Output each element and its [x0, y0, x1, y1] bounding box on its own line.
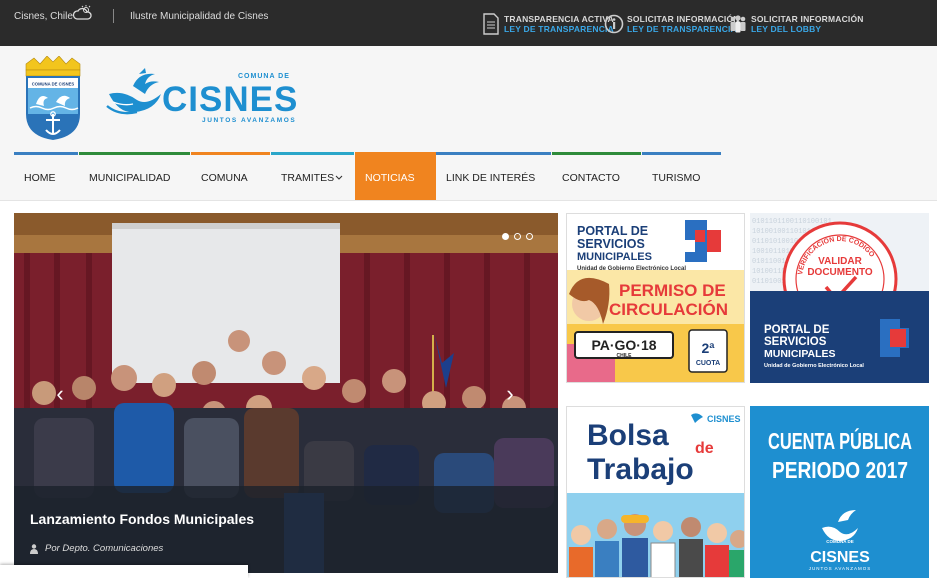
document-icon [483, 13, 499, 35]
people-icon [730, 15, 746, 33]
link-subtitle: LEY DE TRANSPARENCIA [504, 24, 614, 34]
plate-text: PA·GO·18 [591, 337, 656, 353]
validar-documento-banner[interactable]: 0101101100110100101 1010010011010110010 01… [750, 213, 929, 383]
nav-comuna[interactable]: COMUNA [191, 152, 270, 200]
portal-line-2: SERVICIOS [577, 237, 645, 251]
cuenta-brand: CISNES [810, 549, 870, 566]
nav-label: LINK DE INTERÉS [446, 172, 536, 184]
link-title: TRANSPARENCIA ACTIVA [504, 14, 614, 24]
logo-name: CISNES [162, 80, 298, 119]
cuenta-line-1: CUENTA PÚBLICA [768, 427, 912, 454]
portal-line-3: MUNICIPALES [577, 251, 652, 263]
permiso-line-2: CIRCULACIÓN [609, 300, 728, 319]
cisnes-logo[interactable]: COMUNA DE CISNES JUNTOS AVANZAMOS [105, 68, 300, 124]
cuenta-publica-banner[interactable]: CUENTA PÚBLICA PERIODO 2017 COMUNA DE CI… [750, 406, 929, 578]
link-subtitle: LEY DE TRANSPARENCIA [627, 24, 737, 34]
portal-line-1: PORTAL DE [577, 224, 648, 238]
portal-sub: Unidad de Gobierno Electrónico Local [577, 266, 686, 272]
nav-noticias[interactable]: NOTICIAS [355, 152, 436, 200]
nav-label: HOME [24, 172, 56, 184]
nav-turismo[interactable]: TURISMO [642, 152, 721, 200]
nav-label: TURISMO [652, 172, 701, 184]
slide-caption: Lanzamiento Fondos Municipales Por Depto… [14, 486, 558, 573]
link-subtitle: LEY DEL LOBBY [751, 24, 822, 34]
nav-contacto[interactable]: CONTACTO [552, 152, 641, 200]
header-divider [0, 200, 937, 201]
permiso-line-1: PERMISO DE [619, 281, 726, 300]
cuota-label: CUOTA [696, 360, 720, 367]
cuota-number: 2ª [702, 340, 716, 356]
logo-tagline: JUNTOS AVANZAMOS [202, 117, 296, 124]
svg-text:COMUNA DE CISNES: COMUNA DE CISNES [32, 82, 75, 87]
top-bar: Cisnes, Chile Ilustre Municipalidad de C… [0, 0, 937, 46]
bolsa-de-trabajo-banner[interactable]: CISNES Bolsa de Trabajo [566, 406, 745, 578]
municipality-name: Ilustre Municipalidad de Cisnes [130, 11, 269, 22]
main-navigation: HOME MUNICIPALIDAD COMUNA TRAMITES NOTIC… [14, 152, 721, 200]
slider-prev-arrow[interactable]: ‹ [50, 380, 70, 408]
chevron-down-icon [335, 175, 343, 180]
cuenta-tag: JUNTOS AVANZAMOS [809, 566, 872, 571]
user-icon [30, 544, 38, 554]
slider-next-arrow[interactable]: › [500, 380, 520, 408]
slide-title[interactable]: Lanzamiento Fondos Municipales [30, 511, 254, 527]
validar-line-1: VALIDAR [818, 256, 862, 267]
slider-dot[interactable] [526, 233, 533, 240]
divider [113, 9, 114, 23]
plate-country: CHILE [617, 353, 633, 359]
cuenta-line-2: PERIODO 2017 [772, 457, 908, 483]
nav-link-de-interes[interactable]: LINK DE INTERÉS [436, 152, 551, 200]
nav-label: CONTACTO [562, 172, 620, 184]
validar-line-2: DOCUMENTO [807, 267, 873, 278]
nav-label: COMUNA [201, 172, 248, 184]
bolsa-brand: CISNES [707, 414, 741, 424]
nav-label: NOTICIAS [365, 172, 415, 184]
link-title: SOLICITAR INFORMACIÓN [627, 14, 740, 24]
nav-home[interactable]: HOME [14, 152, 78, 200]
slider-dot[interactable] [514, 233, 521, 240]
nav-municipalidad[interactable]: MUNICIPALIDAD [79, 152, 190, 200]
municipal-crest-logo[interactable]: COMUNA DE CISNES [22, 56, 84, 142]
nav-tramites[interactable]: TRAMITES [271, 152, 354, 200]
slide-author: Por Depto. Comunicaciones [45, 543, 164, 554]
bolsa-line-1: Bolsa [587, 419, 669, 452]
permiso-circulacion-banner[interactable]: PORTAL DE SERVICIOS MUNICIPALES Unidad d… [566, 213, 745, 383]
site-header: COMUNA DE CISNES COMUNA DE CISNES JUNTOS… [0, 46, 937, 201]
logo-comuna-de: COMUNA DE [238, 73, 290, 80]
nav-label: TRAMITES [281, 172, 335, 184]
validar-portal-1: PORTAL DE [764, 324, 830, 336]
bolsa-line-2: Trabajo [587, 453, 694, 486]
slider-dot[interactable] [502, 233, 509, 240]
info-icon [604, 14, 624, 34]
validar-portal-sub: Unidad de Gobierno Electrónico Local [764, 363, 864, 369]
link-title: SOLICITAR INFORMACIÓN [751, 14, 864, 24]
weather-icon [72, 5, 92, 20]
location-text: Cisnes, Chile [14, 11, 73, 22]
validar-portal-3: MUNICIPALES [764, 348, 836, 360]
nav-label: MUNICIPALIDAD [89, 172, 171, 184]
svg-text:0101101100110100101: 0101101100110100101 [752, 218, 832, 226]
bolsa-de: de [695, 440, 714, 457]
bottom-popup-tab[interactable] [0, 565, 248, 578]
cuenta-small: COMUNA DE [826, 539, 854, 544]
validar-portal-2: SERVICIOS [764, 336, 827, 348]
